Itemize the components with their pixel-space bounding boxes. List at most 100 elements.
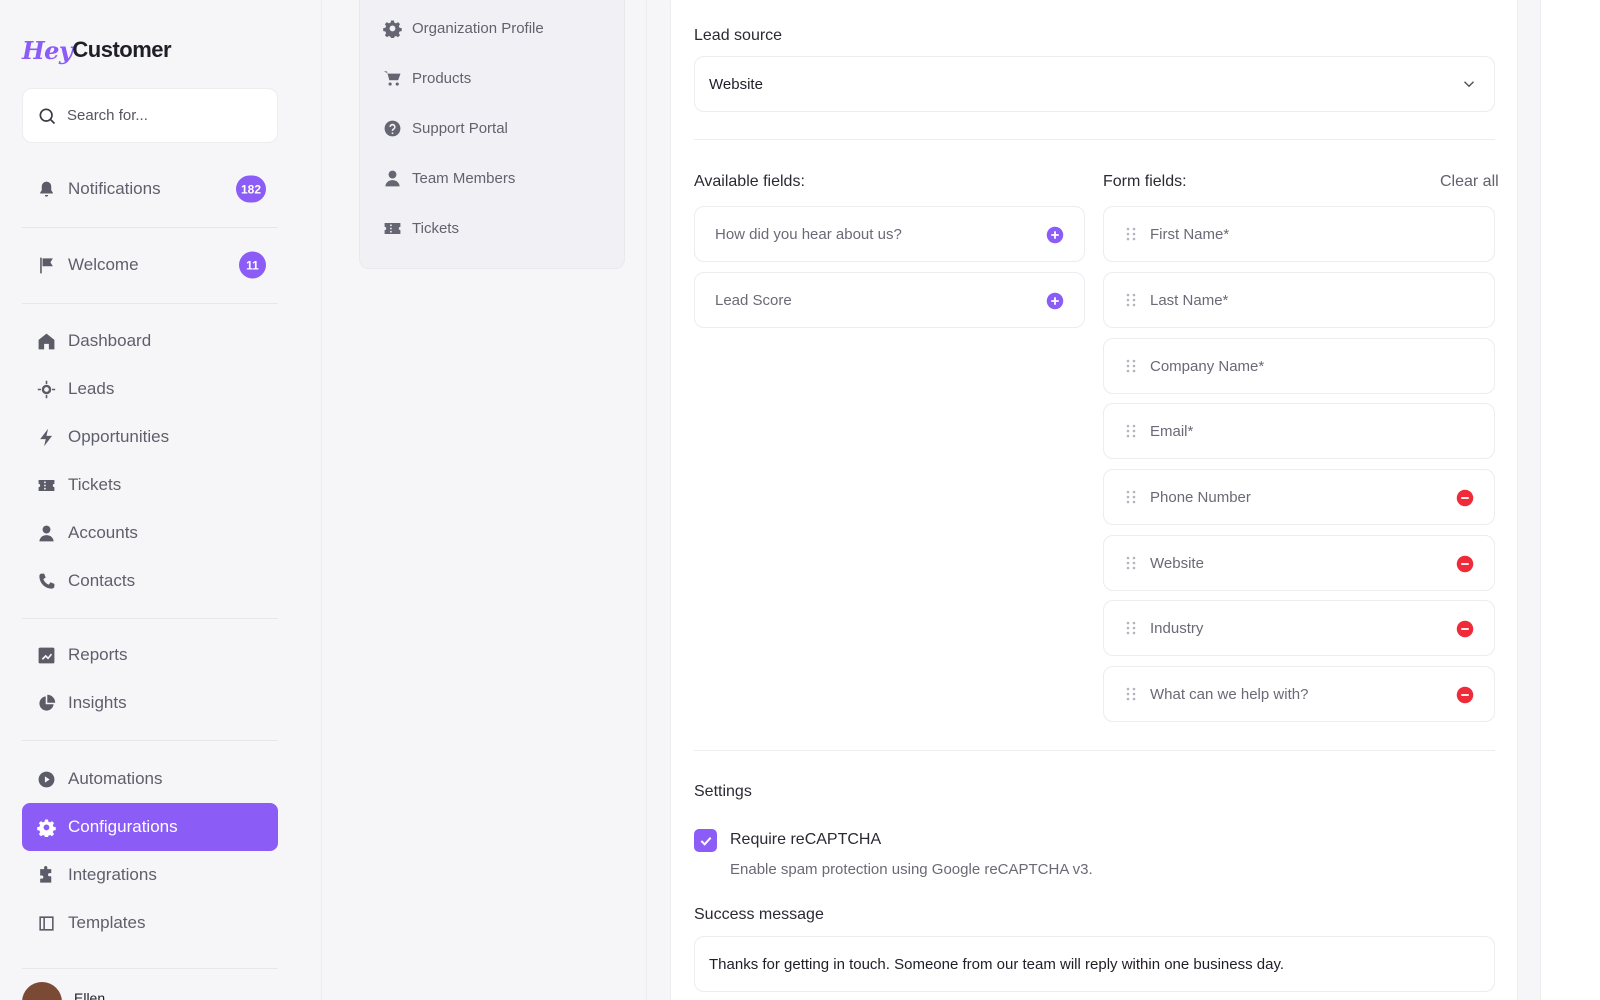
remove-field-icon[interactable] bbox=[1456, 489, 1474, 507]
clear-all-button[interactable]: Clear all bbox=[1440, 173, 1499, 191]
field-label: Phone Number bbox=[1150, 488, 1251, 506]
divider bbox=[22, 303, 278, 304]
drag-handle-icon[interactable] bbox=[1124, 621, 1138, 635]
remove-field-icon[interactable] bbox=[1456, 620, 1474, 638]
form-field[interactable]: Email* bbox=[1103, 403, 1495, 459]
settings-heading: Settings bbox=[694, 783, 752, 800]
field-label: First Name* bbox=[1150, 225, 1230, 243]
field-label: How did you hear about us? bbox=[715, 225, 902, 243]
form-field[interactable]: Website bbox=[1103, 535, 1495, 591]
field-label: What can we help with? bbox=[1150, 685, 1309, 703]
divider bbox=[694, 750, 1495, 751]
config-menu: Organization Profile Products Support Po… bbox=[359, 0, 625, 269]
welcome-count-badge: 11 bbox=[239, 251, 266, 279]
recaptcha-help-text: Enable spam protection using Google reCA… bbox=[730, 861, 1093, 878]
lead-source-value: Website bbox=[709, 75, 763, 93]
pie-icon bbox=[36, 693, 56, 713]
divider bbox=[22, 227, 278, 228]
sidebar-item-label: Accounts bbox=[68, 523, 138, 542]
config-item-label: Products bbox=[412, 69, 472, 87]
add-field-icon[interactable] bbox=[1046, 292, 1064, 310]
sidebar-item-accounts[interactable]: Accounts bbox=[22, 510, 278, 556]
divider bbox=[694, 139, 1495, 140]
available-fields-label: Available fields: bbox=[694, 173, 805, 190]
remove-field-icon[interactable] bbox=[1456, 686, 1474, 704]
form-field[interactable]: Phone Number bbox=[1103, 469, 1495, 525]
form-field[interactable]: Last Name* bbox=[1103, 272, 1495, 328]
sidebar-item-label: Notifications bbox=[68, 179, 161, 198]
config-item-label: Organization Profile bbox=[412, 19, 544, 37]
chart-icon bbox=[36, 645, 56, 665]
config-item-tickets[interactable]: Tickets bbox=[382, 213, 459, 243]
available-field[interactable]: Lead Score bbox=[694, 272, 1085, 328]
sidebar-item-leads[interactable]: Leads bbox=[22, 366, 278, 412]
drag-handle-icon[interactable] bbox=[1124, 227, 1138, 241]
search-icon bbox=[39, 108, 56, 124]
sidebar-item-label: Dashboard bbox=[68, 331, 152, 350]
sidebar-item-contacts[interactable]: Contacts bbox=[22, 558, 278, 604]
field-label: Last Name* bbox=[1150, 291, 1229, 309]
sidebar: Hey Customer Notifications 182 Welcome 1… bbox=[0, 0, 322, 1000]
form-fields-label: Form fields: bbox=[1103, 173, 1187, 190]
add-field-icon[interactable] bbox=[1046, 226, 1064, 244]
drag-handle-icon[interactable] bbox=[1124, 293, 1138, 307]
success-message-input[interactable]: Thanks for getting in touch. Someone fro… bbox=[694, 936, 1495, 992]
drag-handle-icon[interactable] bbox=[1124, 687, 1138, 701]
right-panel bbox=[1540, 0, 1600, 1000]
config-item-team-members[interactable]: Team Members bbox=[382, 163, 515, 193]
sidebar-item-templates[interactable]: Templates bbox=[22, 900, 278, 946]
sidebar-item-label: Insights bbox=[68, 693, 127, 712]
config-column: Organization Profile Products Support Po… bbox=[323, 0, 647, 1000]
available-field[interactable]: How did you hear about us? bbox=[694, 206, 1085, 262]
recaptcha-checkbox[interactable] bbox=[694, 829, 717, 852]
sidebar-item-label: Configurations bbox=[68, 817, 178, 836]
ticket-icon bbox=[36, 475, 56, 495]
config-item-support-portal[interactable]: Support Portal bbox=[382, 113, 508, 143]
field-label: Email* bbox=[1150, 422, 1194, 440]
user-profile[interactable]: Ellen bbox=[22, 982, 105, 1000]
drag-handle-icon[interactable] bbox=[1124, 359, 1138, 373]
config-item-label: Support Portal bbox=[412, 119, 508, 137]
sidebar-item-notifications[interactable]: Notifications 182 bbox=[22, 166, 278, 212]
form-field[interactable]: Company Name* bbox=[1103, 338, 1495, 394]
sidebar-item-label: Templates bbox=[68, 913, 146, 932]
sidebar-item-label: Leads bbox=[68, 379, 115, 398]
form-field[interactable]: First Name* bbox=[1103, 206, 1495, 262]
user-icon bbox=[382, 168, 402, 188]
search-box[interactable] bbox=[22, 88, 278, 143]
sidebar-item-automations[interactable]: Automations bbox=[22, 756, 278, 802]
flag-icon bbox=[36, 255, 56, 275]
logo[interactable]: Hey Customer bbox=[22, 30, 172, 70]
search-input[interactable] bbox=[67, 107, 257, 124]
ticket-icon bbox=[382, 218, 402, 238]
sidebar-item-reports[interactable]: Reports bbox=[22, 632, 278, 678]
avatar bbox=[22, 982, 62, 1000]
config-item-organization-profile[interactable]: Organization Profile bbox=[382, 13, 544, 43]
lead-source-label: Lead source bbox=[694, 27, 783, 44]
config-item-label: Tickets bbox=[412, 219, 459, 237]
template-icon bbox=[36, 913, 56, 933]
drag-handle-icon[interactable] bbox=[1124, 490, 1138, 504]
user-name: Ellen bbox=[74, 990, 106, 1000]
recaptcha-label[interactable]: Require reCAPTCHA bbox=[730, 831, 881, 849]
target-icon bbox=[36, 379, 56, 399]
sidebar-item-dashboard[interactable]: Dashboard bbox=[22, 318, 278, 364]
remove-field-icon[interactable] bbox=[1456, 555, 1474, 573]
sidebar-item-configurations[interactable]: Configurations bbox=[22, 803, 278, 851]
divider bbox=[22, 740, 278, 741]
field-label: Company Name* bbox=[1150, 357, 1265, 375]
lead-source-select[interactable]: Website bbox=[694, 56, 1495, 112]
field-label: Industry bbox=[1150, 619, 1204, 637]
sidebar-item-insights[interactable]: Insights bbox=[22, 680, 278, 726]
form-field[interactable]: What can we help with? bbox=[1103, 666, 1495, 722]
form-field[interactable]: Industry bbox=[1103, 600, 1495, 656]
drag-handle-icon[interactable] bbox=[1124, 424, 1138, 438]
drag-handle-icon[interactable] bbox=[1124, 556, 1138, 570]
logo-hey: Hey bbox=[22, 35, 73, 65]
sidebar-item-opportunities[interactable]: Opportunities bbox=[22, 414, 278, 460]
sidebar-item-label: Opportunities bbox=[68, 427, 170, 446]
sidebar-item-integrations[interactable]: Integrations bbox=[22, 852, 278, 898]
config-item-products[interactable]: Products bbox=[382, 63, 471, 93]
sidebar-item-tickets[interactable]: Tickets bbox=[22, 462, 278, 508]
sidebar-item-welcome[interactable]: Welcome 11 bbox=[22, 242, 278, 288]
